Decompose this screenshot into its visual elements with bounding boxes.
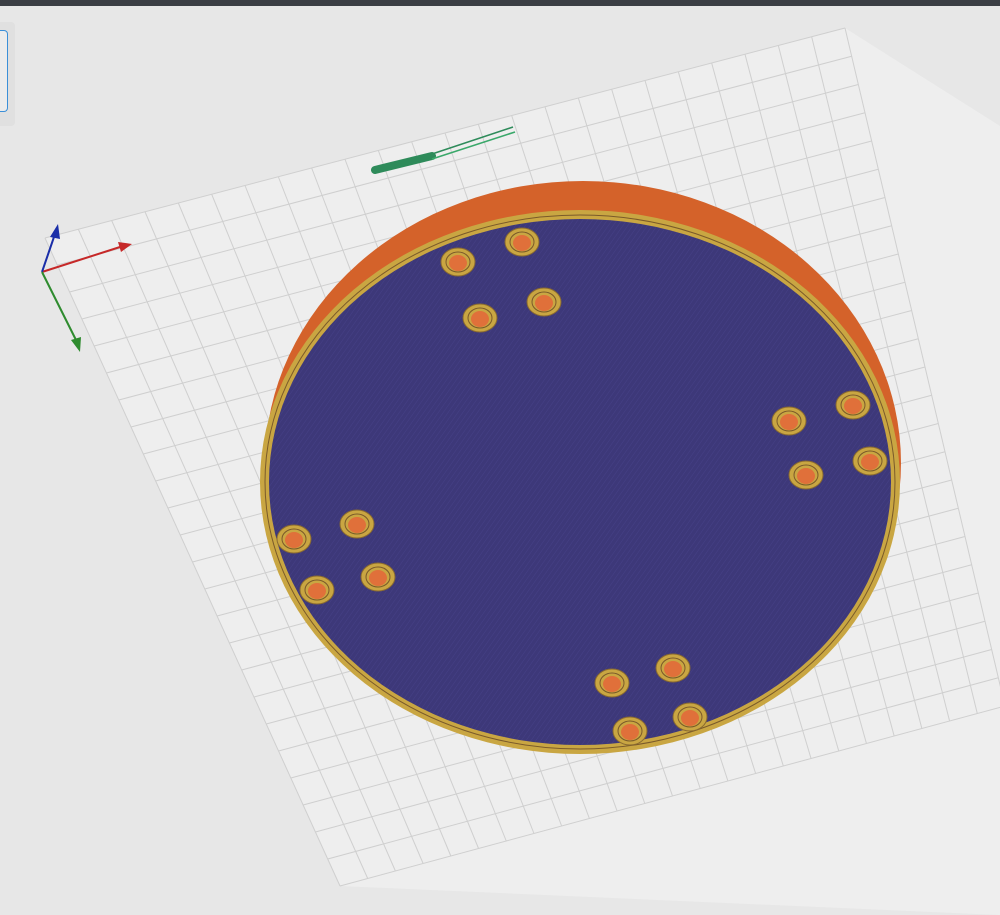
hole xyxy=(835,390,871,420)
select-tool-button[interactable] xyxy=(0,30,8,112)
hole xyxy=(655,653,691,683)
hole xyxy=(339,509,375,539)
z-axis-arrow-icon xyxy=(50,224,60,239)
hole xyxy=(612,716,648,746)
hole xyxy=(771,406,807,436)
hole xyxy=(360,562,396,592)
y-axis-arrow-icon xyxy=(71,337,81,352)
3d-viewport[interactable] xyxy=(0,6,1000,915)
viewport-canvas[interactable] xyxy=(0,6,1000,915)
left-toolbar xyxy=(0,22,15,126)
hole xyxy=(526,287,562,317)
hole xyxy=(788,460,824,490)
hole xyxy=(299,575,335,605)
hole xyxy=(440,247,476,277)
hole xyxy=(504,227,540,257)
hole xyxy=(462,303,498,333)
slicer-app xyxy=(0,0,1000,915)
hole xyxy=(852,446,888,476)
hole xyxy=(594,668,630,698)
hole xyxy=(672,702,708,732)
hole xyxy=(276,524,312,554)
